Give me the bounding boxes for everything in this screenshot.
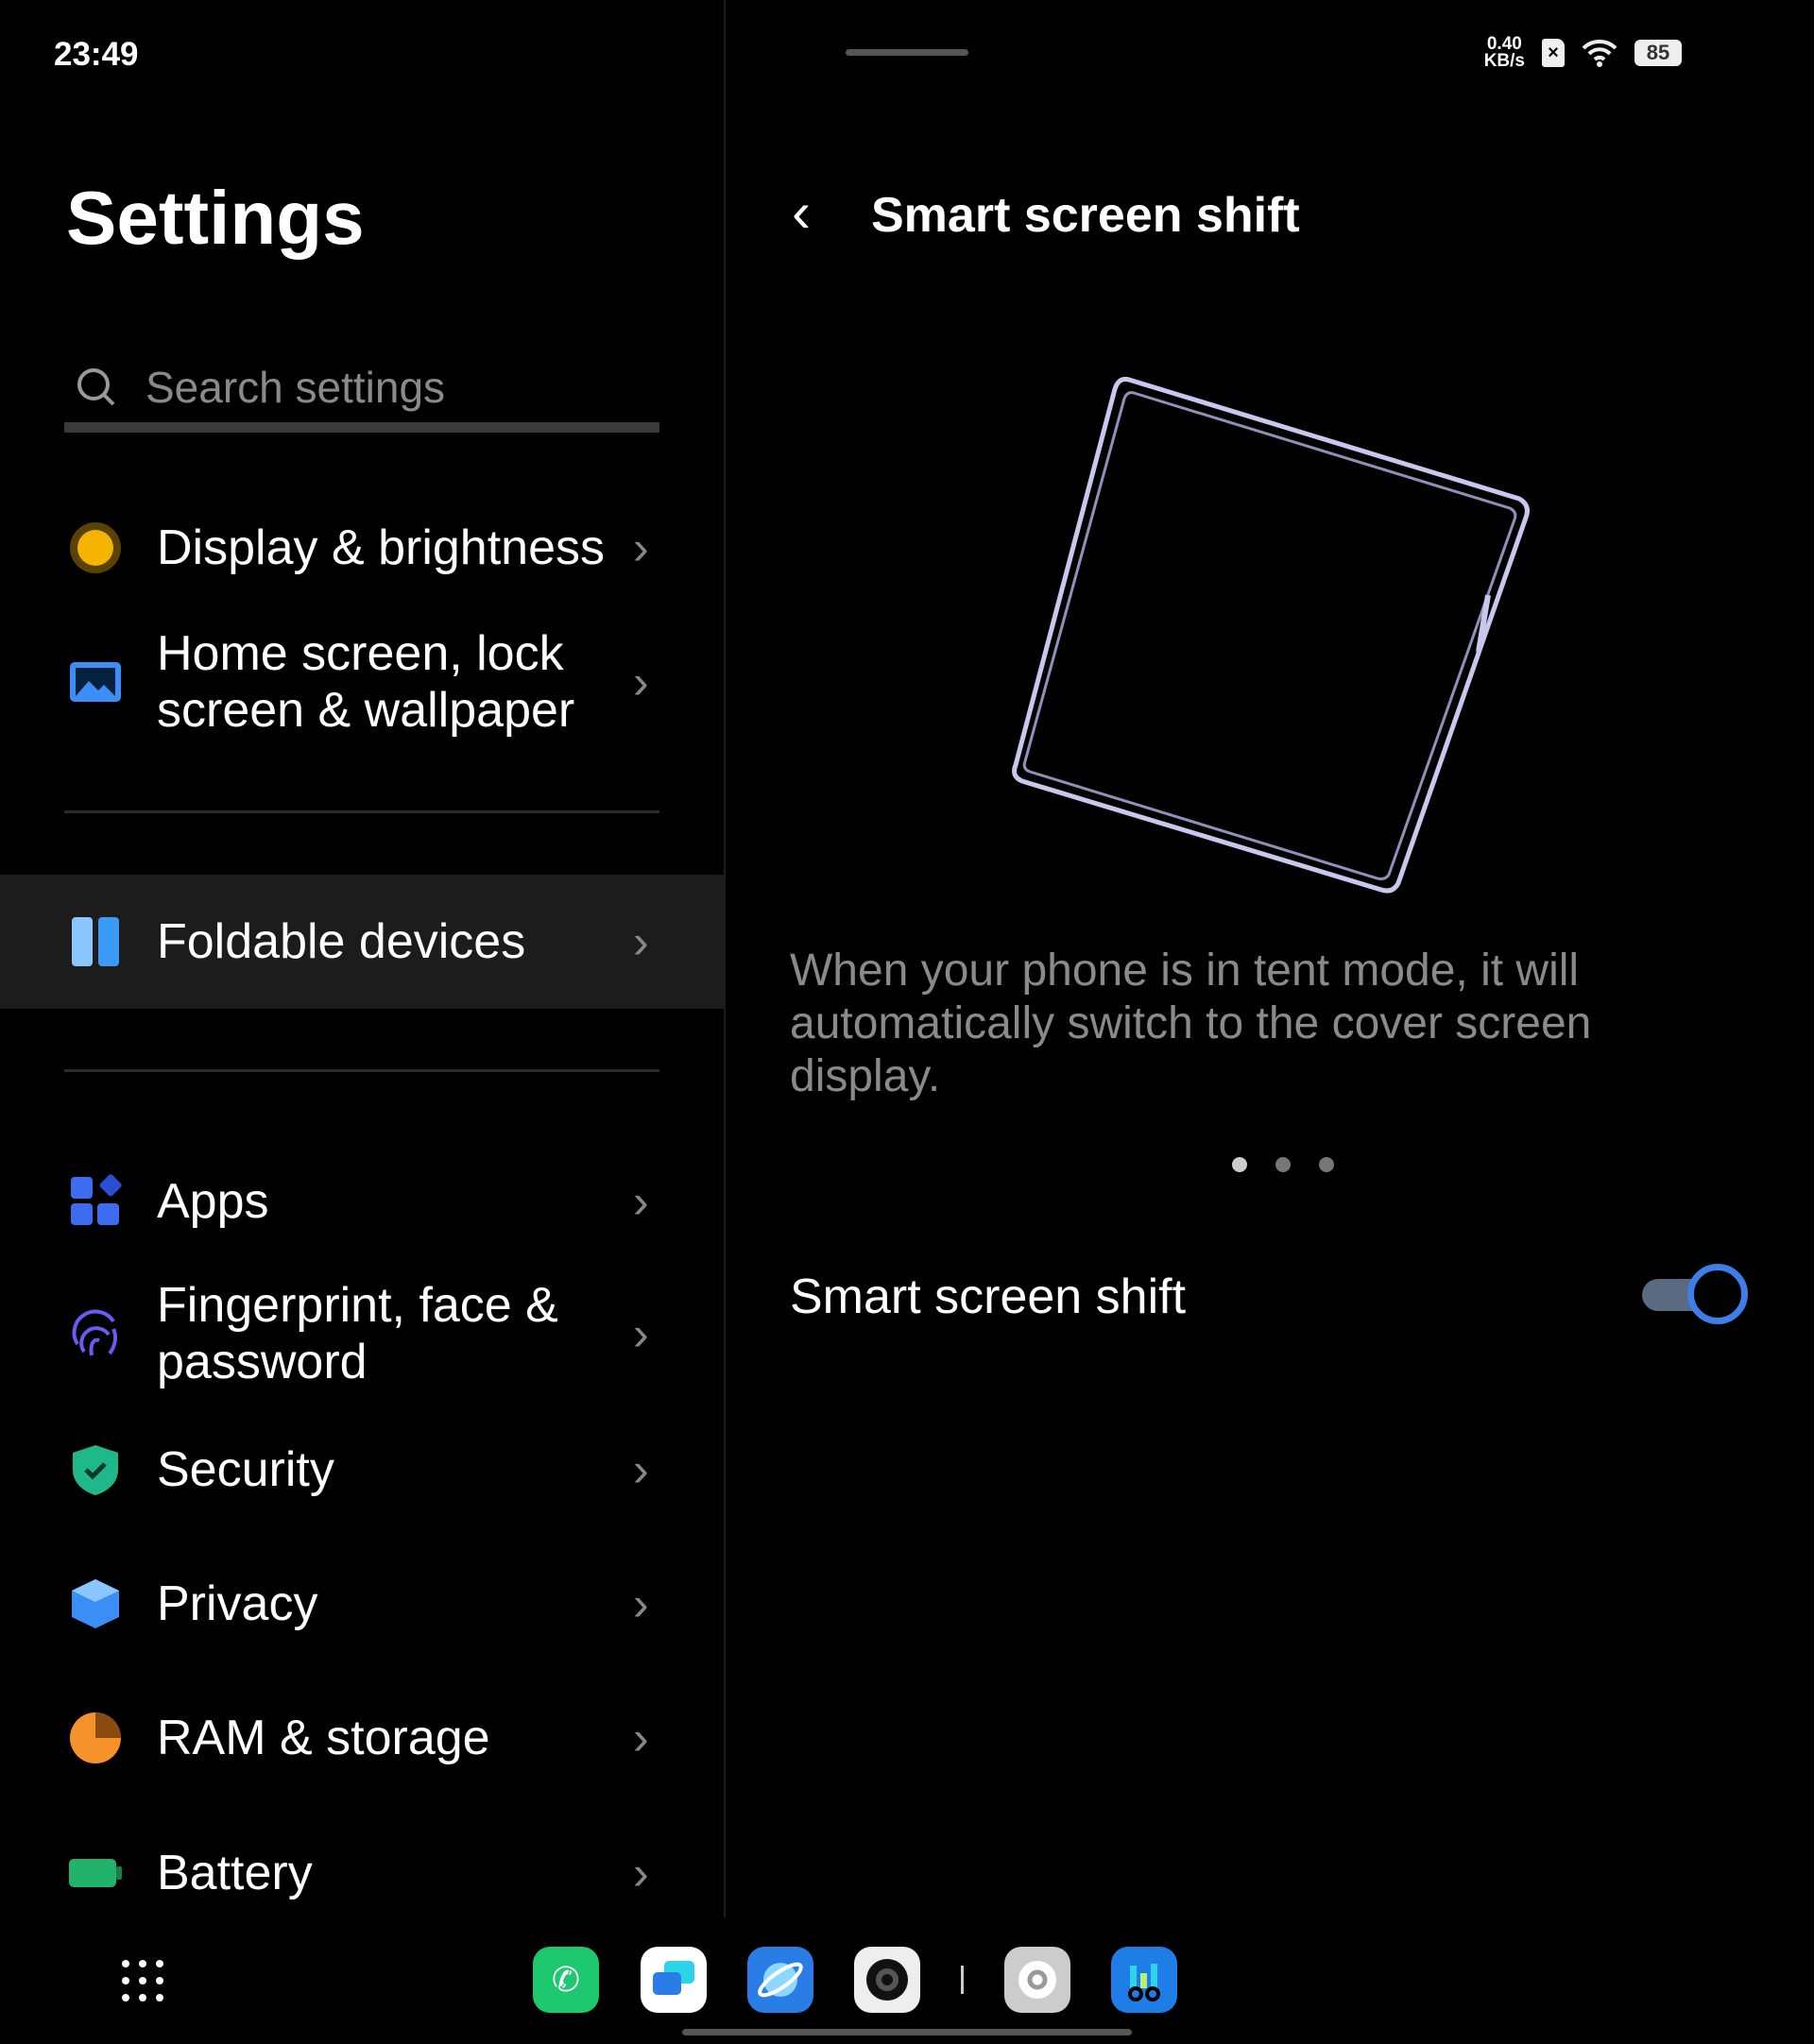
status-time: 23:49 (54, 36, 139, 73)
privacy-icon (72, 1579, 119, 1628)
pane-divider[interactable] (724, 0, 726, 1917)
sidebar-item-privacy[interactable]: Privacy › (0, 1537, 724, 1671)
carousel-dot[interactable] (1275, 1157, 1291, 1172)
network-speed: 0.40 KB/s (1483, 34, 1525, 71)
sim-x-icon: × (1542, 39, 1565, 67)
page-title: Settings (66, 176, 365, 260)
tent-mode-illustration (1012, 377, 1530, 894)
settings-app-icon[interactable] (1004, 1947, 1070, 2013)
wifi-icon (1582, 39, 1617, 67)
app-drawer-icon[interactable] (120, 1958, 165, 2003)
sidebar-item-display-brightness[interactable]: Display & brightness › (0, 481, 724, 615)
apps-icon (71, 1174, 122, 1225)
chevron-right-icon: › (633, 1307, 649, 1360)
chevron-right-icon: › (633, 1443, 649, 1496)
sidebar-item-fingerprint[interactable]: Fingerprint, face & password › (0, 1267, 724, 1401)
toggle-label: Smart screen shift (790, 1269, 1187, 1324)
chevron-right-icon: › (633, 1712, 649, 1764)
sidebar-item-home-screen[interactable]: Home screen, lock screen & wallpaper › (0, 615, 724, 749)
camera-app-icon[interactable] (854, 1947, 920, 2013)
window-handle[interactable] (846, 49, 968, 56)
chevron-right-icon: › (633, 1577, 649, 1630)
chevron-right-icon: › (633, 656, 649, 708)
search-input[interactable]: Search settings (64, 351, 659, 433)
back-button[interactable]: ‹ (792, 179, 811, 245)
sidebar-item-foldable-devices[interactable]: Foldable devices › (0, 875, 724, 1009)
smart-screen-shift-toggle[interactable] (1642, 1264, 1748, 1324)
section-divider (64, 1069, 659, 1072)
messages-app-icon[interactable] (641, 1947, 707, 2013)
chevron-right-icon: › (633, 521, 649, 574)
stats-app-icon[interactable] (1111, 1947, 1177, 2013)
browser-app-icon[interactable] (747, 1947, 813, 2013)
detail-title: Smart screen shift (871, 188, 1300, 243)
shield-icon (73, 1445, 118, 1495)
sidebar-item-apps[interactable]: Apps › (0, 1134, 724, 1269)
wallpaper-icon (70, 662, 121, 702)
foldable-icon (72, 917, 119, 966)
sun-icon (70, 522, 121, 573)
battery-icon: 85 (1634, 40, 1682, 66)
fingerprint-icon (72, 1309, 118, 1356)
sidebar-item-ram-storage[interactable]: RAM & storage › (0, 1671, 724, 1805)
battery-icon (69, 1859, 122, 1887)
chevron-right-icon: › (633, 915, 649, 968)
search-icon (77, 367, 115, 405)
description-text: When your phone is in tent mode, it will… (790, 945, 1592, 1101)
sidebar-item-security[interactable]: Security › (0, 1403, 724, 1537)
dock-separator (961, 1966, 964, 1994)
section-divider (64, 810, 659, 813)
chevron-right-icon: › (633, 1847, 649, 1899)
phone-app-icon[interactable]: ✆ (533, 1947, 599, 2013)
carousel-dot[interactable] (1319, 1157, 1334, 1172)
carousel-dot-active[interactable] (1232, 1157, 1247, 1172)
status-icons: 0.40 KB/s × 85 (1483, 34, 1682, 71)
home-indicator[interactable] (682, 2029, 1132, 2035)
pie-icon (70, 1712, 121, 1763)
sidebar-item-battery[interactable]: Battery › (0, 1806, 724, 1940)
chevron-right-icon: › (633, 1175, 649, 1228)
